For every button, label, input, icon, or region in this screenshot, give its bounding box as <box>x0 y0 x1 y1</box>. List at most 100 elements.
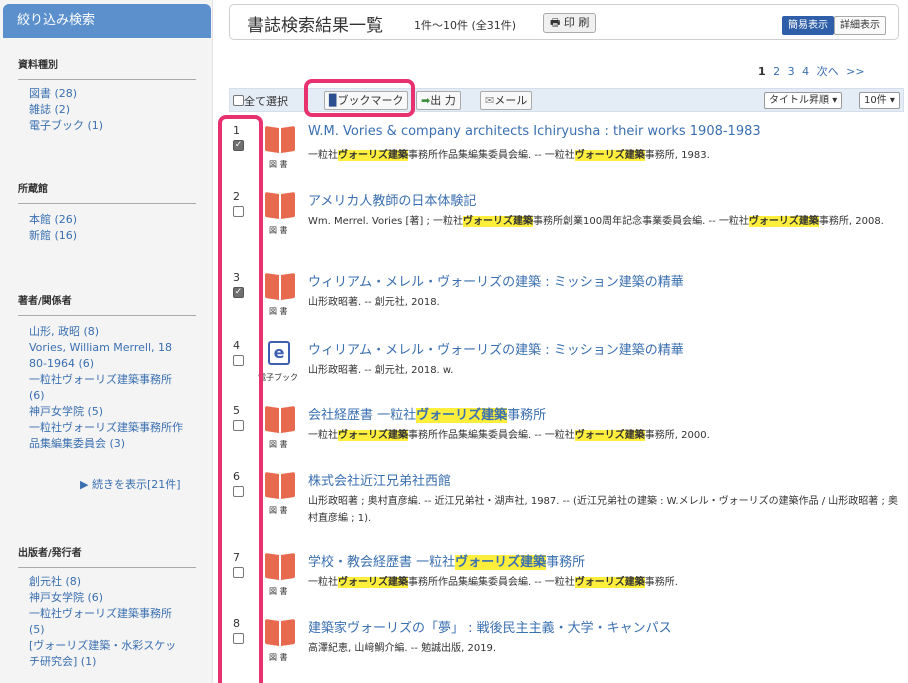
filter-item[interactable]: チ研究会] (1) <box>29 654 199 670</box>
material-type-label: 図 書 <box>269 506 288 515</box>
filter-item[interactable]: 神戸女学院 (5) <box>29 404 199 420</box>
material-type-label: 図 書 <box>269 440 288 449</box>
detail-view-button[interactable]: 詳細表示 <box>834 16 886 35</box>
description-text: 山形政昭著 ; 奥村直彦編. -- 近江兄弟社・湖声社, 1987. -- (近… <box>308 496 899 524</box>
export-icon: ➡ <box>421 94 431 107</box>
keyword-highlight: ヴォーリズ建築 <box>748 216 819 227</box>
result-title-link[interactable]: ウィリアム・メレル・ヴォーリズの建築 : ミッション建築の精華 <box>308 339 903 358</box>
book-icon <box>265 406 295 435</box>
title-text: 建築家ヴォーリズの「夢」 : 戦後民主主義・大学・キャンパス <box>308 621 672 636</box>
page-link[interactable]: 3 <box>788 65 795 78</box>
description-text: 事務所, 2008. <box>818 216 884 227</box>
filter-item[interactable]: 山形, 政昭 (8) <box>29 324 199 340</box>
description-text: 事務所作品集編集委員会編. -- 一粒社 <box>408 577 575 588</box>
description-text: 山形政昭著. -- 創元社, 2018. w. <box>308 365 454 376</box>
result-title-link[interactable]: 会社経歴書 一粒社ヴォーリズ建築事務所 <box>308 404 903 423</box>
section-title-material-type: 資料種別 <box>18 56 196 80</box>
book-icon <box>265 619 295 648</box>
title-text: 事務所 <box>546 555 586 570</box>
material-type-label: 電子ブック <box>258 373 298 382</box>
result-description: 一粒社ヴォーリズ建築事務所作品集編集委員会編. -- 一粒社ヴォーリズ建築事務所… <box>308 147 903 164</box>
book-icon <box>265 472 295 501</box>
result-title-link[interactable]: ウィリアム・メレル・ヴォーリズの建築 : ミッション建築の精華 <box>308 271 903 290</box>
chevron-down-icon: ▾ <box>832 95 838 106</box>
result-description: 山形政昭著 ; 奥村直彦編. -- 近江兄弟社・湖声社, 1987. -- (近… <box>308 493 903 527</box>
last-page-link[interactable]: >> <box>846 65 864 78</box>
next-page-link[interactable]: 次へ <box>817 65 839 78</box>
title-text: W.M. Vories & company architects Ichiryu… <box>308 124 761 139</box>
keyword-highlight: ヴォーリズ建築 <box>338 150 408 161</box>
filter-item[interactable]: Vories, William Merrell, 18 <box>29 340 199 356</box>
keyword-highlight: ヴォーリズ建築 <box>574 430 645 441</box>
filter-item[interactable]: 図書 (28) <box>29 86 199 102</box>
filter-item[interactable]: 本館 (26) <box>29 212 199 228</box>
description-text: 事務所作品集編集委員会編. -- 一粒社 <box>408 150 575 161</box>
filter-item[interactable]: (6) <box>29 388 199 404</box>
simple-view-button[interactable]: 簡易表示 <box>782 16 834 35</box>
filter-item[interactable]: 雑誌 (2) <box>29 102 199 118</box>
checkbox-column-highlight <box>218 115 263 683</box>
description-text: 一粒社 <box>308 577 338 588</box>
print-button[interactable]: 🖶 印 刷 <box>543 13 597 33</box>
filter-item[interactable]: 創元社 (8) <box>29 574 199 590</box>
result-title-link[interactable]: 建築家ヴォーリズの「夢」 : 戦後民主主義・大学・キャンパス <box>308 617 903 636</box>
book-icon <box>265 192 295 221</box>
results-main: 書誌検索結果一覧 1件～10件 (全31件) 🖶 印 刷 簡易表示 詳細表示 1… <box>213 0 908 683</box>
mail-button[interactable]: ✉メール <box>480 91 533 110</box>
filter-item[interactable]: 一粒社ヴォーリズ建築事務所 <box>29 372 199 388</box>
description-text: 高澤紀恵, 山﨑鯛介編. -- 勉誠出版, 2019. <box>308 643 497 654</box>
page-link[interactable]: 2 <box>773 65 780 78</box>
filter-item[interactable]: 電子ブック (1) <box>29 118 199 134</box>
select-all[interactable]: 全て選択 <box>233 93 288 109</box>
bookmark-highlight <box>304 79 415 117</box>
show-more-link[interactable]: ▶ 続きを表示[21件] <box>80 476 181 492</box>
filter-sidebar: 絞り込み検索 資料種別 図書 (28) 雑誌 (2) 電子ブック (1) 所蔵館… <box>0 0 213 683</box>
result-description: 一粒社ヴォーリズ建築事務所作品集編集委員会編. -- 一粒社ヴォーリズ建築事務所… <box>308 427 903 444</box>
title-text: 株式会社近江兄弟社西館 <box>308 474 452 489</box>
section-title-library: 所蔵館 <box>18 180 196 204</box>
filter-item[interactable]: 品集編集委員会 (3) <box>29 436 199 452</box>
title-text: ウィリアム・メレル・ヴォーリズの建築 : ミッション建築の精華 <box>308 275 684 290</box>
description-text: 事務所, 2000. <box>644 430 710 441</box>
result-title-link[interactable]: アメリカ人教師の日本体験記 <box>308 190 903 209</box>
description-text: 山形政昭著. -- 創元社, 2018. <box>308 297 440 308</box>
title-text: 事務所 <box>507 408 547 423</box>
book-icon <box>265 553 295 582</box>
print-label: 印 刷 <box>563 16 590 29</box>
page-link[interactable]: 4 <box>802 65 809 78</box>
title-text: 学校・教会経歴書 一粒社 <box>308 555 456 570</box>
export-button[interactable]: ➡出 力 <box>416 91 461 110</box>
keyword-highlight: ヴォーリズ建築 <box>463 216 534 227</box>
sort-select[interactable]: タイトル昇順 ▾ <box>764 92 843 109</box>
description-text: 事務所作品集編集委員会編. -- 一粒社 <box>408 430 575 441</box>
ebook-icon: e <box>268 341 290 365</box>
keyword-highlight: ヴォーリズ建築 <box>455 555 547 570</box>
page-current: 1 <box>758 65 766 78</box>
result-title-link[interactable]: W.M. Vories & company architects Ichiryu… <box>308 124 903 139</box>
keyword-highlight: ヴォーリズ建築 <box>416 408 508 423</box>
filter-item[interactable]: 80-1964 (6) <box>29 356 199 372</box>
filter-item[interactable]: 神戸女学院 (6) <box>29 590 199 606</box>
description-text: 事務所創業100周年記念事業委員会編. -- 一粒社 <box>533 216 749 227</box>
filter-item[interactable]: [ヴォーリズ建築・水彩スケッ <box>29 638 199 654</box>
filter-item[interactable]: 一粒社ヴォーリズ建築事務所 <box>29 606 199 622</box>
section-title-author: 著者/関係者 <box>18 292 196 316</box>
filter-item[interactable]: (5) <box>29 622 199 638</box>
title-text: アメリカ人教師の日本体験記 <box>308 194 477 209</box>
mail-icon: ✉ <box>485 94 495 107</box>
library-list: 本館 (26) 新館 (16) <box>29 212 199 244</box>
filter-item[interactable]: 新館 (16) <box>29 228 199 244</box>
page-title: 書誌検索結果一覧 <box>247 16 383 36</box>
title-text: ウィリアム・メレル・ヴォーリズの建築 : ミッション建築の精華 <box>308 343 684 358</box>
per-page-select[interactable]: 10件 ▾ <box>859 92 900 109</box>
material-type-label: 図 書 <box>269 307 288 316</box>
results-header: 書誌検索結果一覧 1件～10件 (全31件) 🖶 印 刷 簡易表示 詳細表示 <box>229 4 899 40</box>
filter-item[interactable]: 一粒社ヴォーリズ建築事務所作 <box>29 420 199 436</box>
pagination: 1 2 3 4 次へ >> <box>758 63 865 79</box>
description-text: 事務所. <box>644 577 678 588</box>
result-title-link[interactable]: 学校・教会経歴書 一粒社ヴォーリズ建築事務所 <box>308 551 903 570</box>
book-icon <box>265 126 295 155</box>
result-description: 一粒社ヴォーリズ建築事務所作品集編集委員会編. -- 一粒社ヴォーリズ建築事務所… <box>308 574 903 591</box>
select-all-checkbox[interactable] <box>233 95 244 106</box>
result-title-link[interactable]: 株式会社近江兄弟社西館 <box>308 470 903 489</box>
